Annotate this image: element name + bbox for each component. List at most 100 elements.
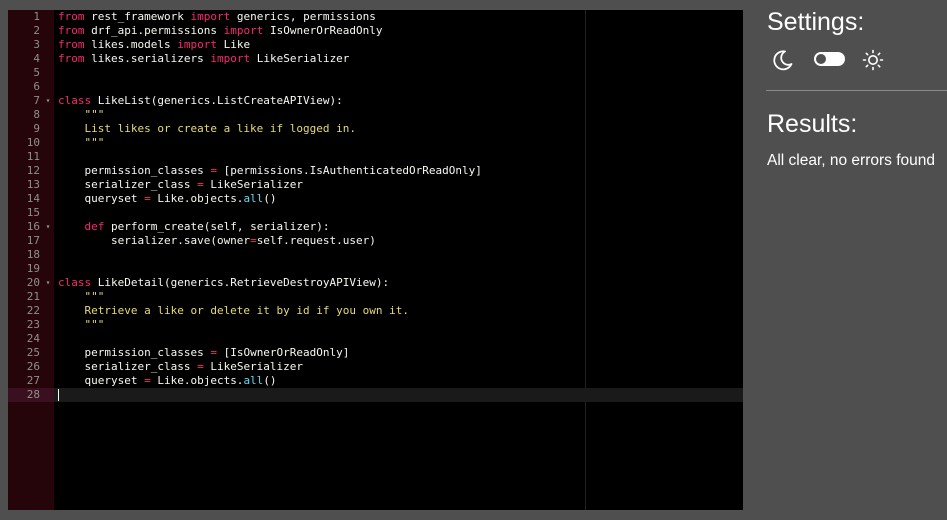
code-token: = — [250, 234, 257, 247]
code-line[interactable]: 15 — [8, 206, 743, 220]
code-text: permission_classes = [permissions.IsAuth… — [58, 164, 482, 178]
code-token: = — [210, 164, 217, 177]
code-line[interactable]: 19 — [8, 262, 743, 276]
code-token: from — [58, 52, 85, 65]
code-token: () — [263, 192, 277, 205]
code-token: = — [144, 192, 151, 205]
code-line[interactable]: 24 — [8, 332, 743, 346]
code-text: from likes.models import Like — [58, 38, 250, 52]
fold-chevron-icon[interactable]: ▾ — [44, 94, 52, 108]
sun-icon[interactable] — [861, 48, 885, 77]
code-token: Like.objects. — [150, 192, 244, 205]
code-token: class — [58, 276, 92, 289]
code-line[interactable]: 14 queryset = Like.objects.all() — [8, 192, 743, 206]
settings-title: Settings: — [767, 8, 865, 36]
code-text: """ — [58, 136, 104, 150]
code-line[interactable]: 10 """ — [8, 136, 743, 150]
code-token: import — [190, 10, 231, 23]
fold-chevron-icon[interactable]: ▾ — [44, 220, 52, 234]
code-token: [permissions.IsAuthenticatedOrReadOnly] — [216, 164, 482, 177]
code-line[interactable]: 5 — [8, 66, 743, 80]
line-number: 8 — [33, 108, 40, 121]
code-editor[interactable]: 1 from rest_framework import generics, pe… — [8, 10, 743, 510]
code-token: import — [210, 52, 251, 65]
moon-icon[interactable] — [771, 48, 795, 77]
code-token: from — [58, 10, 85, 23]
code-token: LikeDetail(generics.RetrieveDestroyAPIVi… — [91, 276, 390, 289]
line-number: 2 — [33, 24, 40, 37]
code-token: Retrieve a like or delete it by id if yo… — [58, 304, 409, 317]
code-line[interactable]: 8 """ — [8, 108, 743, 122]
line-number: 6 — [33, 80, 40, 93]
code-text: serializer_class = LikeSerializer — [58, 178, 303, 192]
theme-toggle[interactable] — [814, 52, 845, 66]
fold-chevron-icon[interactable]: ▾ — [44, 276, 52, 290]
code-token: permission_classes — [58, 346, 211, 359]
code-token: all — [243, 192, 264, 205]
code-line[interactable]: 28 — [8, 388, 743, 402]
code-token: """ — [58, 136, 105, 149]
text-cursor — [58, 389, 59, 401]
code-line[interactable]: 1 from rest_framework import generics, pe… — [8, 10, 743, 24]
code-token: likes.models — [84, 38, 178, 51]
line-number: 19 — [26, 262, 40, 275]
line-number: 21 — [26, 290, 40, 303]
code-line[interactable]: 27 queryset = Like.objects.all() — [8, 374, 743, 388]
code-token: class — [58, 94, 92, 107]
code-text: Retrieve a like or delete it by id if yo… — [58, 304, 409, 318]
code-line[interactable]: 3 from likes.models import Like — [8, 38, 743, 52]
code-line[interactable]: 26 serializer_class = LikeSerializer — [8, 360, 743, 374]
line-number: 9 — [33, 122, 40, 135]
code-token: """ — [58, 290, 105, 303]
code-line[interactable]: 22 Retrieve a like or delete it by id if… — [8, 304, 743, 318]
code-line[interactable]: 21 """ — [8, 290, 743, 304]
code-token: Like.objects. — [150, 374, 244, 387]
code-text: queryset = Like.objects.all() — [58, 192, 277, 206]
side-panel: Settings: Results: All clear, no errors … — [766, 0, 947, 520]
code-token: perform_create(self, serializer): — [104, 220, 330, 233]
toggle-knob — [816, 54, 826, 64]
code-token: () — [263, 374, 277, 387]
code-lines[interactable]: 1 from rest_framework import generics, pe… — [8, 10, 743, 402]
code-token: from — [58, 38, 85, 51]
code-line[interactable]: 23 """ — [8, 318, 743, 332]
code-token: LikeSerializer — [203, 178, 304, 191]
code-text: class LikeDetail(generics.RetrieveDestro… — [58, 276, 389, 290]
code-text: serializer.save(owner=self.request.user) — [58, 234, 376, 248]
code-line[interactable]: 12 permission_classes = [permissions.IsA… — [8, 164, 743, 178]
code-token: = — [197, 360, 204, 373]
line-number: 17 — [26, 234, 40, 247]
code-text: queryset = Like.objects.all() — [58, 374, 277, 388]
code-token: generics, permissions — [230, 10, 376, 23]
results-message: All clear, no errors found — [767, 152, 936, 169]
line-number: 14 — [26, 192, 40, 205]
code-line[interactable]: 16 ▾ def perform_create(self, serializer)… — [8, 220, 743, 234]
code-text: from rest_framework import generics, per… — [58, 10, 376, 24]
code-token: LikeSerializer — [203, 360, 304, 373]
code-text: permission_classes = [IsOwnerOrReadOnly] — [58, 346, 349, 360]
code-line[interactable]: 9 List likes or create a like if logged … — [8, 122, 743, 136]
code-line[interactable]: 18 — [8, 248, 743, 262]
code-token: from — [58, 24, 85, 37]
code-line[interactable]: 6 — [8, 80, 743, 94]
code-line[interactable]: 4 from likes.serializers import LikeSeria… — [8, 52, 743, 66]
code-token: = — [144, 374, 151, 387]
code-line[interactable]: 7 ▾ class LikeList(generics.ListCreateAPIV… — [8, 94, 743, 108]
results-title: Results: — [767, 110, 858, 138]
code-line[interactable]: 2 from drf_api.permissions import IsOwner… — [8, 24, 743, 38]
line-number: 24 — [26, 332, 40, 345]
code-token: serializer_class — [58, 360, 198, 373]
code-line[interactable]: 20 ▾ class LikeDetail(generics.RetrieveDes… — [8, 276, 743, 290]
code-token: likes.serializers — [84, 52, 211, 65]
code-line[interactable]: 11 — [8, 150, 743, 164]
line-number: 15 — [26, 206, 40, 219]
code-line[interactable]: 25 permission_classes = [IsOwnerOrReadOn… — [8, 346, 743, 360]
line-number: 4 — [33, 52, 40, 65]
code-token: import — [177, 38, 217, 51]
line-number: 26 — [26, 360, 40, 373]
line-number: 22 — [26, 304, 40, 317]
code-token: drf_api.permissions — [84, 24, 224, 37]
code-line[interactable]: 13 serializer_class = LikeSerializer — [8, 178, 743, 192]
code-line[interactable]: 17 serializer.save(owner=self.request.us… — [8, 234, 743, 248]
code-text: """ — [58, 318, 104, 332]
